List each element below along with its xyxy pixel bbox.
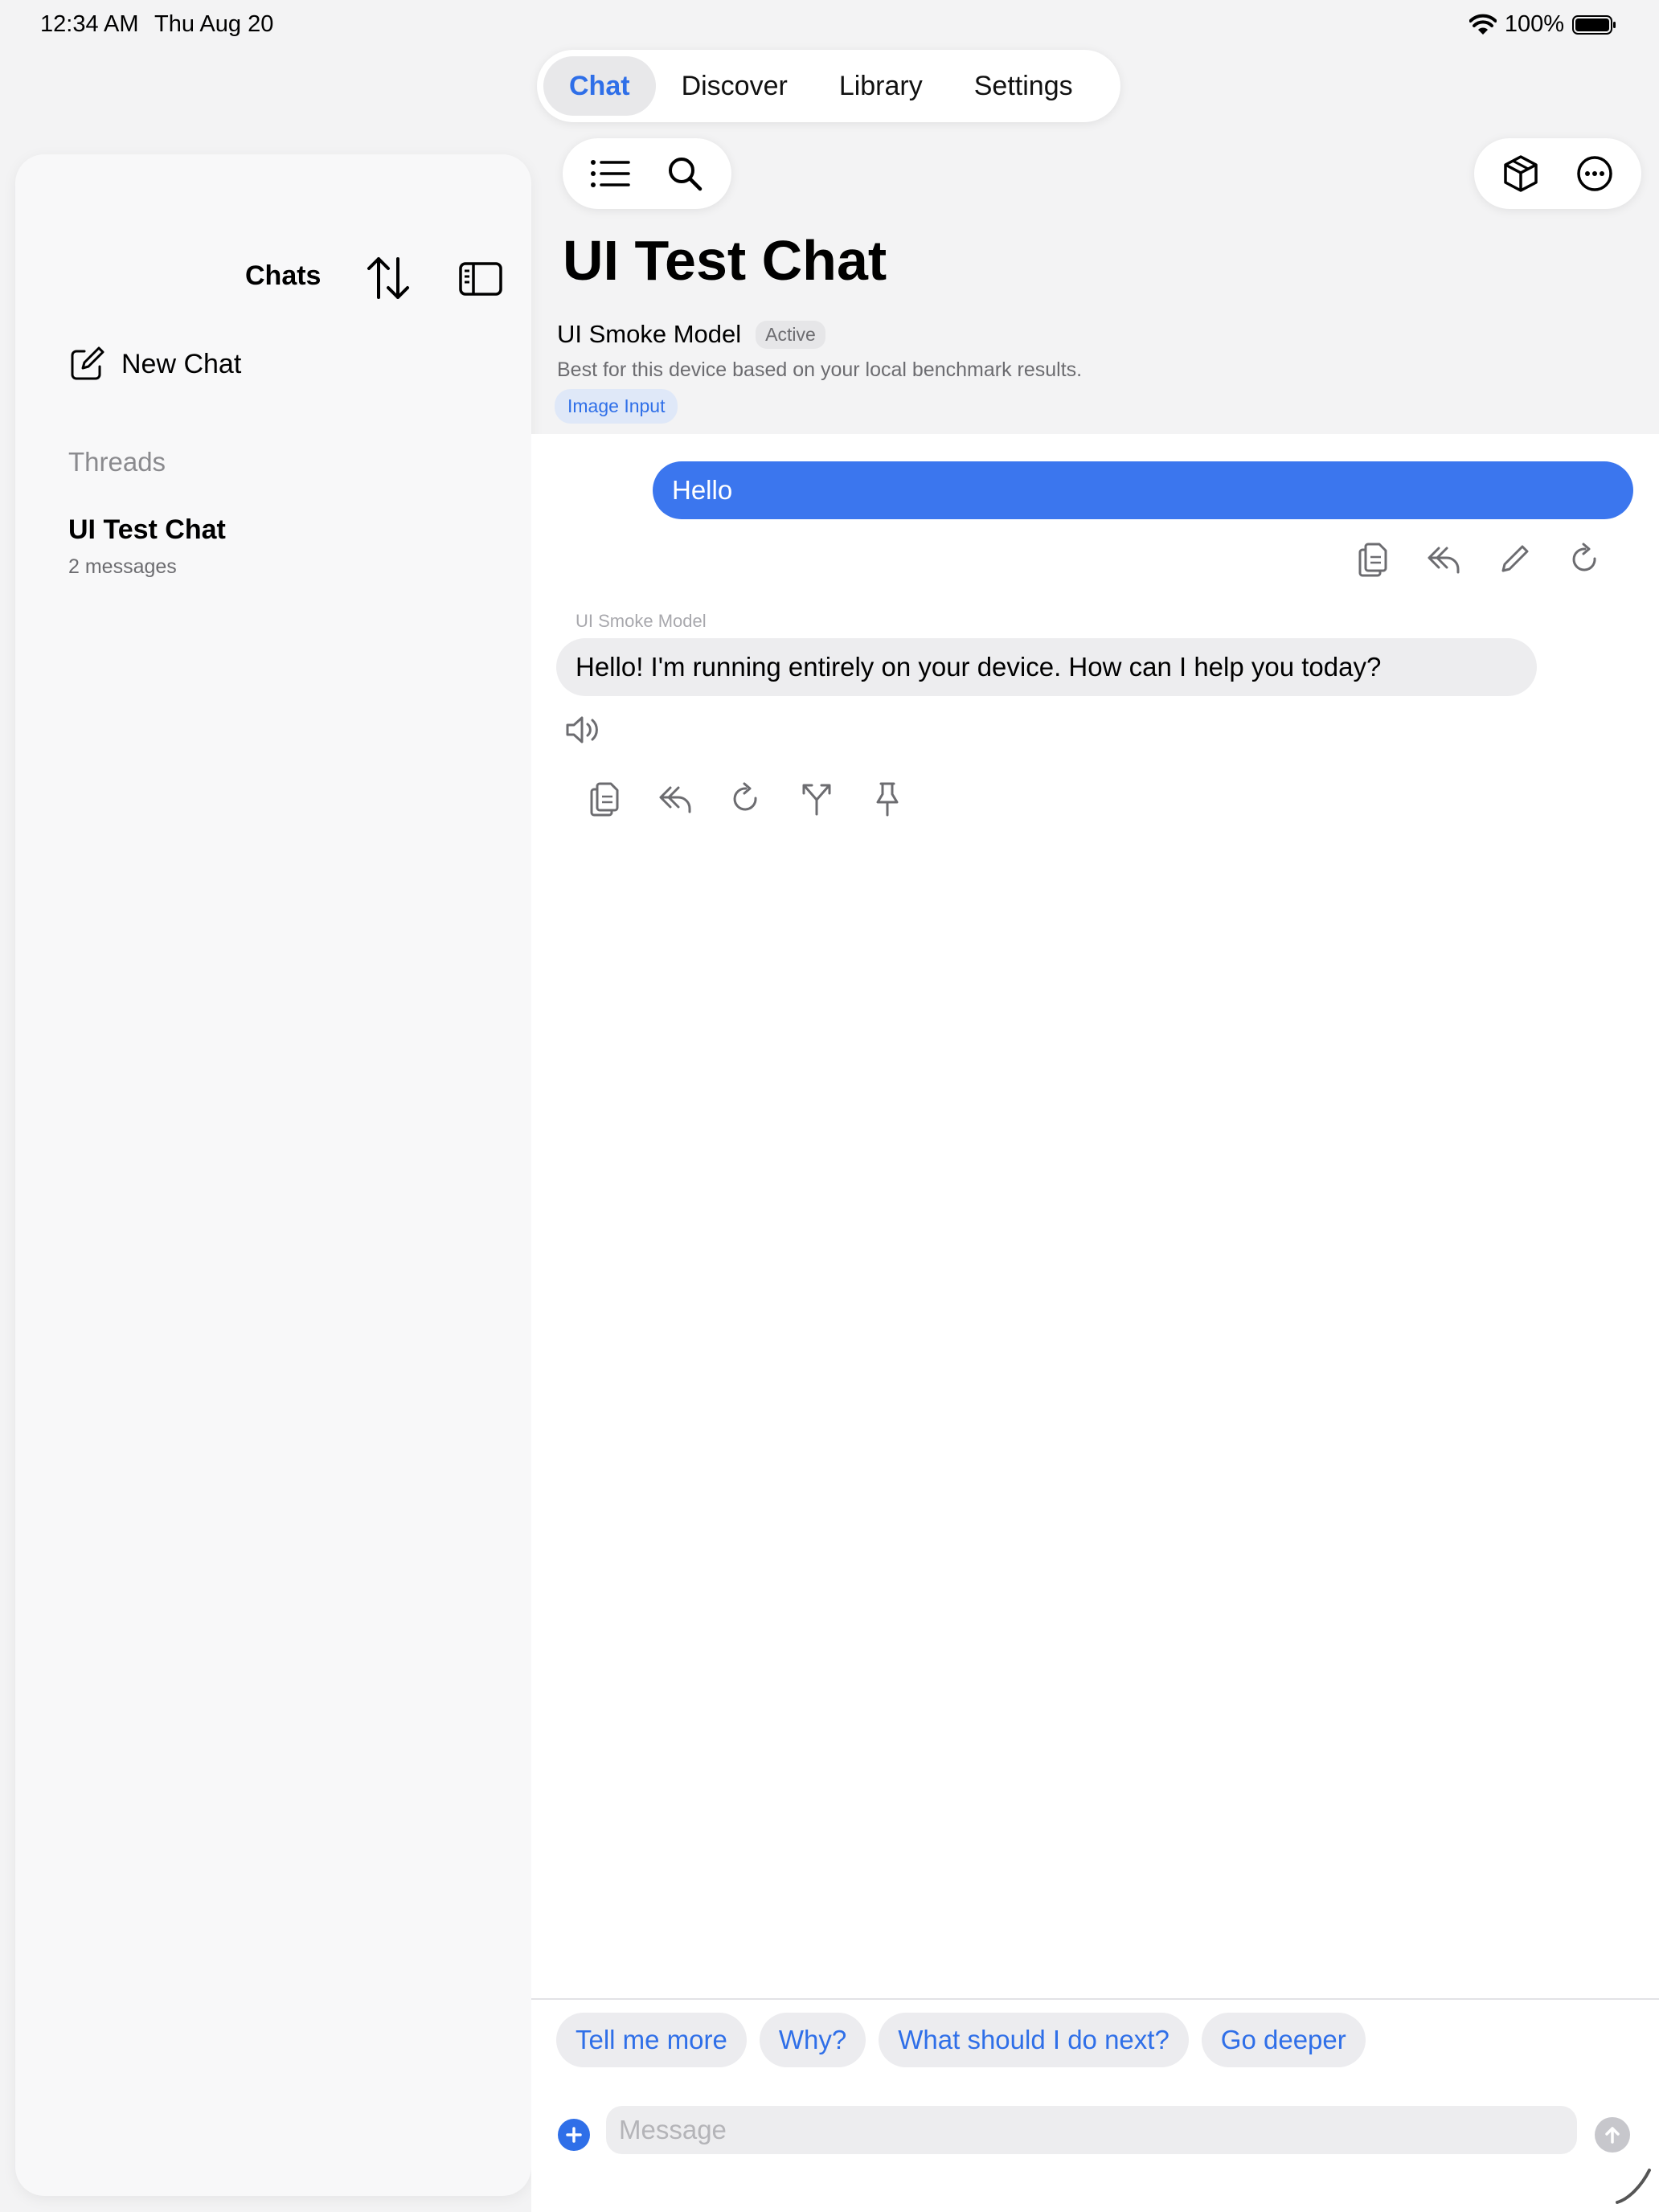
sidebar-title: Chats [245, 260, 322, 291]
top-tab-bar: Chat Discover Library Settings [537, 50, 1120, 122]
sort-arrows-icon [367, 257, 409, 299]
toolbar-left [563, 138, 731, 209]
list-button[interactable] [588, 151, 633, 196]
battery-icon [1572, 14, 1617, 36]
read-aloud-button[interactable] [564, 714, 606, 749]
sidebar: Chats New Chat Threads UI Test Chat 2 me… [15, 154, 531, 2196]
thread-message-count: 2 messages [68, 555, 177, 578]
divider [531, 1998, 1659, 2000]
search-icon [668, 158, 702, 191]
tab-library[interactable]: Library [813, 56, 948, 116]
retry-icon [1572, 543, 1596, 571]
toolbar-right [1474, 138, 1641, 209]
capability-tag: Image Input [555, 389, 678, 424]
search-button[interactable] [662, 151, 707, 196]
cube-icon [1504, 155, 1538, 192]
sender-label: UI Smoke Model [576, 611, 707, 631]
copy-icon [590, 782, 619, 817]
pin-icon [876, 782, 899, 817]
page-title: UI Test Chat [563, 229, 887, 292]
suggestion-chip[interactable]: Tell me more [556, 2013, 747, 2067]
tab-chat[interactable]: Chat [543, 56, 656, 116]
edit-button[interactable] [1492, 537, 1537, 582]
assistant-message-bubble[interactable]: Hello! I'm running entirely on your devi… [556, 638, 1537, 696]
arrow-up-icon [1605, 2127, 1620, 2144]
reply-button[interactable] [653, 776, 698, 821]
reply-button[interactable] [1421, 537, 1466, 582]
sidebar-toggle-button[interactable] [456, 252, 507, 304]
copy-icon [1358, 543, 1387, 577]
pin-button[interactable] [865, 776, 910, 821]
retry-button[interactable] [723, 776, 768, 821]
status-time: 12:34 AM [40, 11, 139, 37]
model-button[interactable] [1498, 151, 1543, 196]
thread-item[interactable]: UI Test Chat 2 messages [68, 514, 502, 579]
user-message-actions [1350, 537, 1608, 582]
status-bar: 12:34 AM Thu Aug 20 100% [0, 0, 1659, 51]
reply-icon [659, 786, 691, 813]
ellipsis-circle-icon [1577, 156, 1612, 191]
suggestion-chip[interactable]: What should I do next? [879, 2013, 1189, 2067]
sidebar-icon [459, 262, 502, 296]
tab-settings[interactable]: Settings [948, 56, 1099, 116]
suggestion-chips: Tell me more Why? What should I do next?… [556, 2013, 1366, 2067]
assistant-message-actions [582, 776, 910, 821]
status-indicators: 100% [1469, 11, 1617, 38]
copy-button[interactable] [1350, 537, 1395, 582]
user-message-bubble[interactable]: Hello [653, 461, 1633, 519]
speaker-icon [566, 716, 598, 743]
scribble-icon [1614, 2167, 1653, 2206]
retry-icon [733, 782, 757, 811]
reply-icon [1428, 547, 1460, 574]
retry-button[interactable] [1563, 537, 1608, 582]
compose-icon [71, 346, 104, 380]
status-date: Thu Aug 20 [154, 11, 274, 37]
new-chat-button[interactable]: New Chat [68, 346, 241, 383]
thread-title: UI Test Chat [68, 514, 226, 545]
threads-header: Threads [68, 447, 166, 477]
message-input[interactable] [606, 2106, 1577, 2154]
copy-button[interactable] [582, 776, 627, 821]
pencil-icon [1501, 545, 1529, 572]
branch-icon [802, 784, 831, 816]
wifi-icon [1469, 14, 1497, 36]
sort-button[interactable] [359, 249, 417, 307]
tab-discover[interactable]: Discover [656, 56, 813, 116]
new-chat-label: New Chat [121, 348, 242, 379]
send-button[interactable] [1595, 2117, 1630, 2153]
plus-icon [566, 2127, 582, 2143]
model-row: UI Smoke Model Active [557, 320, 825, 349]
branch-button[interactable] [794, 776, 839, 821]
suggestion-chip[interactable]: Go deeper [1201, 2013, 1366, 2067]
model-name: UI Smoke Model [557, 320, 742, 348]
attach-button[interactable] [558, 2119, 590, 2151]
more-button[interactable] [1572, 151, 1617, 196]
status-badge: Active [756, 320, 825, 349]
model-description: Best for this device based on your local… [557, 358, 1083, 381]
battery-percent: 100% [1504, 11, 1564, 37]
suggestion-chip[interactable]: Why? [759, 2013, 866, 2067]
list-icon [590, 160, 630, 187]
